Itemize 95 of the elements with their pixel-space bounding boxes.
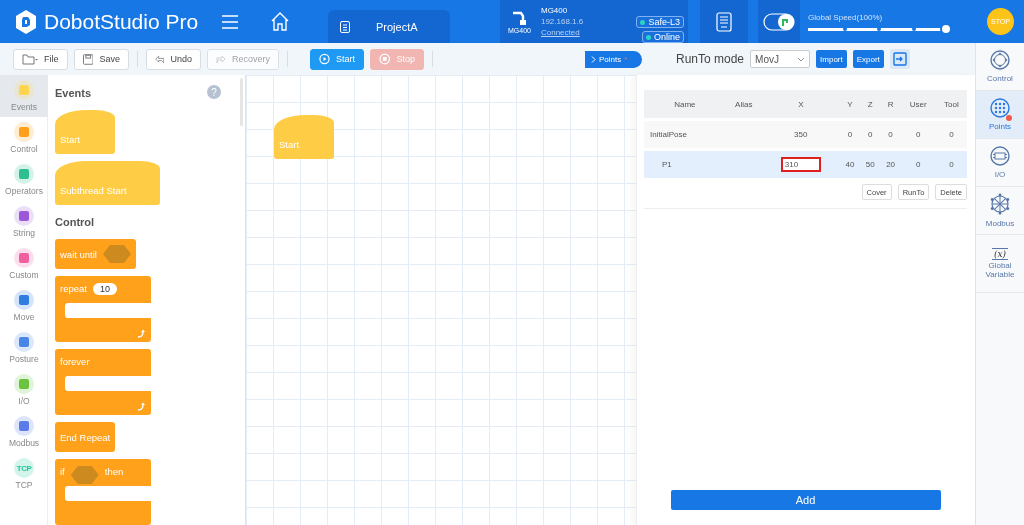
import-button[interactable]: Import: [816, 50, 847, 68]
export-button[interactable]: Export: [852, 50, 884, 68]
category-tab[interactable]: String: [0, 201, 48, 243]
table-cell: 350: [794, 130, 808, 139]
points-tab[interactable]: Points *: [585, 50, 642, 68]
category-icon: [14, 416, 34, 436]
document-icon: [340, 20, 350, 33]
if-block[interactable]: if then: [55, 459, 151, 525]
undo-icon: [155, 53, 165, 65]
sidebar-tab[interactable]: (x) Global Variable: [976, 235, 1024, 293]
table-cell: 0: [868, 130, 873, 139]
category-tab[interactable]: Posture: [0, 327, 48, 369]
logo-icon: [14, 8, 38, 35]
folder-icon: [22, 53, 38, 65]
chip-icon: [990, 146, 1010, 166]
table-cell: 0: [949, 130, 954, 139]
save-icon: [83, 53, 94, 65]
table-cell: 0: [916, 130, 921, 139]
category-icon: [14, 290, 34, 310]
category-tab[interactable]: Modbus: [0, 411, 48, 453]
runto-mode-select[interactable]: MovJ: [750, 50, 811, 68]
table-cell: 40: [845, 160, 855, 169]
category-tab[interactable]: Custom: [0, 243, 48, 285]
file-button[interactable]: File: [13, 48, 68, 70]
table-cell: 0: [916, 160, 921, 169]
section-title: Control: [55, 216, 95, 228]
robot-arm-icon: [511, 9, 528, 25]
play-icon: [319, 53, 330, 65]
section-title: Events: [55, 87, 92, 99]
category-icon: [14, 248, 34, 268]
table-cell: 20: [886, 160, 896, 169]
column-header: Tool: [935, 90, 967, 118]
save-button[interactable]: Save: [74, 48, 129, 70]
x-input-field[interactable]: 310: [780, 157, 821, 172]
loop-block[interactable]: forever: [55, 349, 151, 415]
sidebar-tab[interactable]: Points: [976, 91, 1024, 139]
sidebar-tab[interactable]: I/O: [976, 139, 1024, 187]
table-cell: 0: [888, 130, 893, 139]
column-header: Y: [839, 90, 861, 118]
loop-block[interactable]: repeat 10: [55, 276, 151, 342]
redo-icon: [216, 54, 226, 64]
connection-link[interactable]: Connected: [540, 27, 584, 38]
table-cell: 0: [949, 160, 954, 169]
status-badge: Safe-L3: [636, 16, 684, 28]
runto-mode-label: RunTo mode: [676, 52, 745, 66]
category-icon: [14, 122, 34, 142]
grid-dots-icon: [990, 98, 1010, 118]
column-header: User: [900, 90, 936, 118]
status-badge: Online: [642, 31, 684, 43]
undo-button[interactable]: Undo: [146, 48, 201, 70]
column-header: Z: [860, 90, 881, 118]
category-tab[interactable]: I/O: [0, 369, 48, 411]
robot-model: MG400: [540, 5, 569, 16]
log-icon[interactable]: [716, 11, 732, 32]
category-icon: [14, 374, 34, 394]
home-icon[interactable]: [270, 12, 290, 31]
column-header: R: [880, 90, 901, 118]
chevron-icon: [591, 55, 596, 63]
category-tab[interactable]: TCP TCP: [0, 453, 48, 495]
stop-icon: [379, 53, 391, 65]
category-tab[interactable]: Operators: [0, 159, 48, 201]
category-tab[interactable]: Move: [0, 285, 48, 327]
column-header: X: [761, 90, 840, 118]
ip-address: 192.168.1.6: [540, 16, 584, 27]
collapse-panel-icon[interactable]: [889, 49, 910, 69]
add-button[interactable]: Add: [670, 490, 941, 510]
network-wheel-icon: [989, 193, 1011, 215]
project-tab[interactable]: ProjectA: [328, 10, 450, 43]
category-icon: [14, 80, 34, 100]
name-cell: P1: [644, 151, 726, 178]
menu-icon[interactable]: [222, 14, 238, 29]
app-title: DobotStudio Pro: [44, 9, 199, 34]
category-icon-text: TCP: [16, 463, 32, 473]
speed-label: Global Speed(100%): [808, 12, 884, 22]
column-header: Name: [644, 90, 726, 118]
modified-mark: *: [624, 54, 628, 64]
mode-switch[interactable]: [763, 12, 795, 31]
loop-arrow-icon: [137, 402, 146, 411]
direction-pad-icon: [990, 50, 1010, 70]
table-cell: 50: [865, 160, 875, 169]
category-tab[interactable]: Events: [0, 75, 48, 117]
name-cell: InitialPose: [644, 121, 726, 148]
start-button[interactable]: Start: [310, 48, 364, 70]
category-icon: [14, 164, 34, 184]
code-block[interactable]: End Repeat: [55, 422, 116, 452]
category-tab[interactable]: Control: [0, 117, 48, 159]
loop-arrow-icon: [137, 329, 146, 338]
category-icon: [14, 332, 34, 352]
sidebar-tab[interactable]: Modbus: [976, 187, 1024, 235]
caret-icon: [797, 56, 806, 62]
category-icon: [14, 206, 34, 226]
code-block[interactable]: wait until: [55, 239, 136, 269]
number-field[interactable]: 10: [92, 283, 117, 295]
column-header: Alias: [725, 90, 762, 118]
table-cell: 0: [847, 130, 853, 139]
